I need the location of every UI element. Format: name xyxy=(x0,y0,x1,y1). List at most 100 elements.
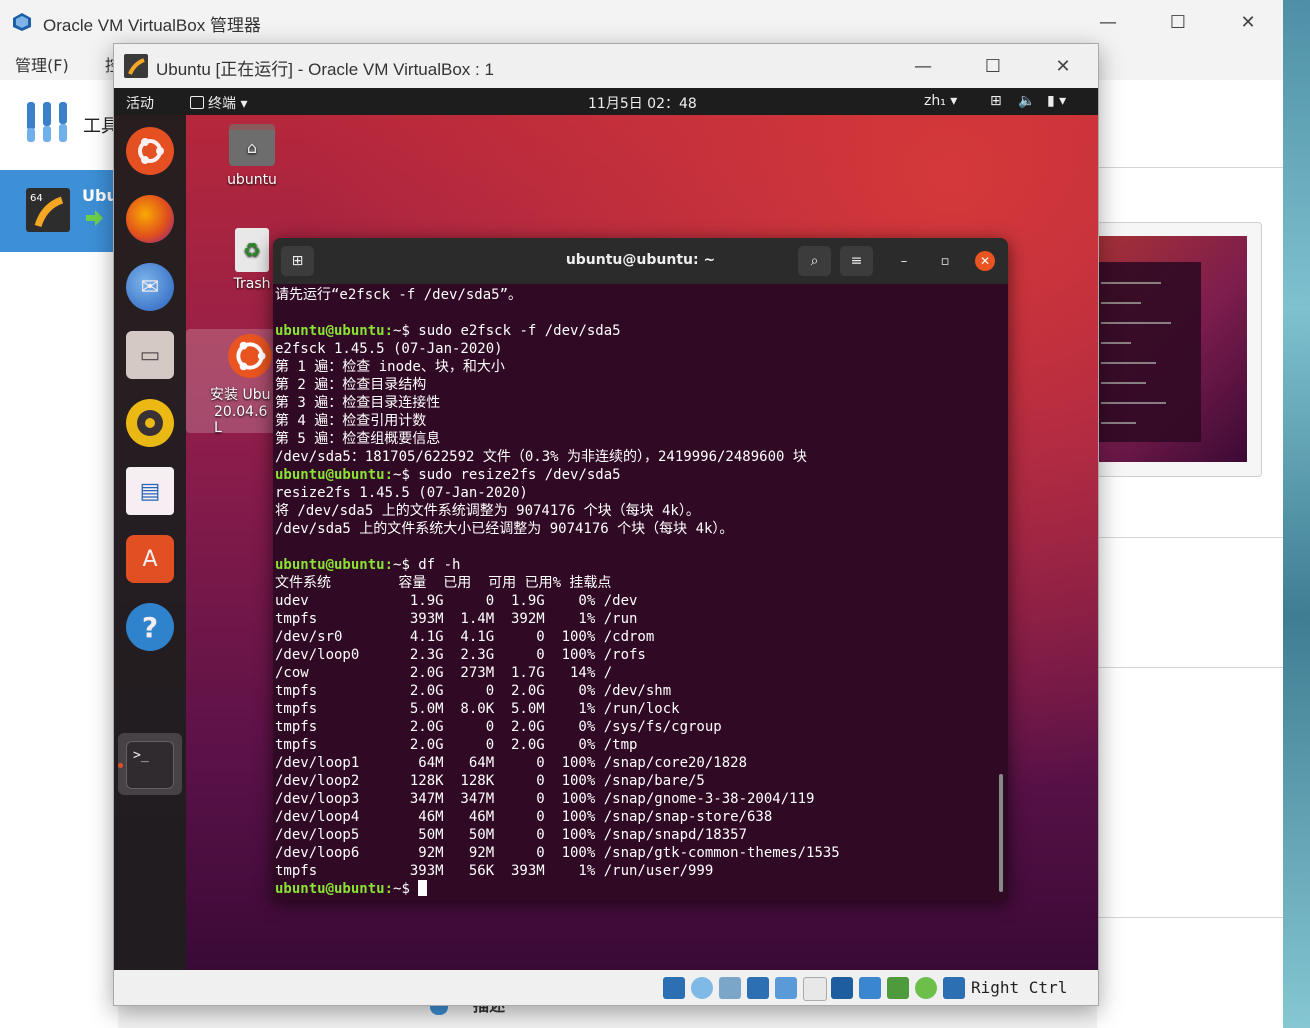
vm-close-button[interactable]: ✕ xyxy=(1028,44,1098,88)
host-key-label[interactable]: Right Ctrl xyxy=(971,978,1067,997)
terminal-output-text: tmpfs 393M 1.4M 392M 1% /run xyxy=(275,611,638,627)
terminal-prompt: ubuntu@ubuntu: xyxy=(275,467,394,483)
usb-status-icon[interactable] xyxy=(775,977,797,999)
terminal-output-text: /dev/sr0 4.1G 4.1G 0 100% /cdrom xyxy=(275,629,655,645)
divider xyxy=(1097,537,1283,538)
help-icon[interactable]: ? xyxy=(126,603,174,651)
hard-disk-status-icon[interactable] xyxy=(663,977,685,999)
libreoffice-writer-icon[interactable]: ▤ xyxy=(126,467,174,515)
terminal-line: 将 /dev/sda5 上的文件系统调整为 9074176 个块（每块 4k）。 xyxy=(275,502,995,520)
terminal-output-text: /dev/loop3 347M 347M 0 100% /snap/gnome-… xyxy=(275,791,815,807)
optical-drive-status-icon[interactable] xyxy=(691,977,713,999)
vm-preview-terminal xyxy=(1097,262,1201,442)
vm-maximize-button[interactable]: ☐ xyxy=(958,44,1028,88)
terminal-output-text: /dev/sda5 上的文件系统大小已经调整为 9074176 个块（每块 4k… xyxy=(275,521,734,537)
network-status-icon[interactable] xyxy=(747,977,769,999)
running-arrow-icon xyxy=(86,210,103,226)
activities-button[interactable]: 活动 xyxy=(126,93,154,113)
terminal-prompt: ubuntu@ubuntu: xyxy=(275,323,394,339)
terminal-output-text: udev 1.9G 0 1.9G 0% /dev xyxy=(275,593,638,609)
terminal-line: tmpfs 393M 1.4M 392M 1% /run xyxy=(275,610,995,628)
terminal-output-text: tmpfs 2.0G 0 2.0G 0% /dev/shm xyxy=(275,683,672,699)
manager-titlebar: Oracle VM VirtualBox 管理器 — ☐ ✕ xyxy=(0,0,1283,44)
home-folder-label: ubuntu xyxy=(227,172,277,188)
terminal-line: /dev/loop1 64M 64M 0 100% /snap/core20/1… xyxy=(275,754,995,772)
terminal-line: tmpfs 2.0G 0 2.0G 0% /sys/fs/cgroup xyxy=(275,718,995,736)
cpu-status-icon[interactable] xyxy=(887,977,909,999)
terminal-command-text: ~$ xyxy=(393,881,419,897)
divider xyxy=(1097,667,1283,668)
terminal-output-text: 请先运行“e2fsck -f /dev/sda5”。 xyxy=(275,287,523,303)
install-ubuntu-label-line2: 20.04.6 L xyxy=(214,404,268,436)
terminal-cursor xyxy=(418,880,428,896)
vm-os-64bit-icon: 64 xyxy=(26,188,70,232)
manager-maximize-button[interactable]: ☐ xyxy=(1143,0,1213,44)
guest-screen[interactable]: 活动 终端 ▾ 11月5日 02：48 zh₁ ▾ ⊞ 🔈 ▮ ▾ ✉ ▭ ▤ … xyxy=(114,88,1098,970)
home-folder-icon: ⌂ xyxy=(229,124,275,166)
terminal-output-text: /dev/loop5 50M 50M 0 100% /snap/snapd/18… xyxy=(275,827,748,843)
terminal-line: 请先运行“e2fsck -f /dev/sda5”。 xyxy=(275,286,995,304)
terminal-line: 第 2 遍：检查目录结构 xyxy=(275,376,995,394)
home-folder-desktop-icon[interactable]: ⌂ ubuntu xyxy=(224,124,280,188)
ubuntu-logo-icon[interactable] xyxy=(126,127,174,175)
terminal-line: 文件系统 容量 已用 可用 已用% 挂载点 xyxy=(275,574,995,592)
trash-icon: ♻ xyxy=(235,228,269,272)
network-icon[interactable]: ⊞ xyxy=(990,93,1002,109)
virtualbox-logo-icon xyxy=(13,13,31,31)
clock[interactable]: 11月5日 02：48 xyxy=(588,93,697,113)
gnome-topbar: 活动 终端 ▾ 11月5日 02：48 zh₁ ▾ ⊞ 🔈 ▮ ▾ xyxy=(114,88,1098,115)
terminal-line: ubuntu@ubuntu:~$ df -h xyxy=(275,556,995,574)
terminal-line: ubuntu@ubuntu:~$ sudo e2fsck -f /dev/sda… xyxy=(275,322,995,340)
terminal-maximize-button[interactable]: ▫ xyxy=(934,250,956,272)
vm-minimize-button[interactable]: — xyxy=(888,44,958,88)
manager-minimize-button[interactable]: — xyxy=(1073,0,1143,44)
search-icon[interactable]: ⌕ xyxy=(798,246,831,276)
svg-text:64: 64 xyxy=(30,193,43,204)
recording-status-icon[interactable] xyxy=(859,977,881,999)
vm-window: Ubuntu [正在运行] - Oracle VM VirtualBox : 1… xyxy=(113,43,1099,1006)
menu-manage[interactable]: 管理(F) xyxy=(15,52,69,76)
trash-desktop-icon[interactable]: ♻ Trash xyxy=(224,228,280,292)
terminal-line: /dev/loop3 347M 347M 0 100% /snap/gnome-… xyxy=(275,790,995,808)
terminal-line: /cow 2.0G 273M 1.7G 14% / xyxy=(275,664,995,682)
audio-status-icon[interactable] xyxy=(719,977,741,999)
volume-icon[interactable]: 🔈 xyxy=(1018,93,1035,109)
terminal-line: tmpfs 5.0M 8.0K 5.0M 1% /run/lock xyxy=(275,700,995,718)
terminal-app-icon xyxy=(190,96,204,109)
terminal-output-text: 第 2 遍：检查目录结构 xyxy=(275,377,427,393)
vm-list-item-ubuntu[interactable]: 64 xyxy=(0,170,118,252)
files-icon[interactable]: ▭ xyxy=(126,331,174,379)
terminal-line: udev 1.9G 0 1.9G 0% /dev xyxy=(275,592,995,610)
firefox-icon[interactable] xyxy=(126,195,174,243)
terminal-scrollbar[interactable] xyxy=(999,774,1003,892)
battery-icon[interactable]: ▮ ▾ xyxy=(1047,93,1066,109)
install-ubuntu-label-line1: 安装 Ubu xyxy=(210,387,271,403)
terminal-output-text: tmpfs 393M 56K 393M 1% /run/user/999 xyxy=(275,863,714,879)
terminal-dock-icon[interactable]: >_ xyxy=(126,741,174,789)
ubuntu-software-icon[interactable]: A xyxy=(126,535,174,583)
terminal-output-text: 第 5 遍：检查组概要信息 xyxy=(275,431,441,447)
terminal-app-menu[interactable]: 终端 ▾ xyxy=(190,93,247,113)
terminal-output-text: tmpfs 5.0M 8.0K 5.0M 1% /run/lock xyxy=(275,701,680,717)
terminal-command-text: ~$ sudo resize2fs /dev/sda5 xyxy=(393,467,621,483)
hamburger-menu-icon[interactable]: ≡ xyxy=(840,246,873,276)
terminal-prompt: ubuntu@ubuntu: xyxy=(275,557,394,573)
terminal-close-button[interactable]: ✕ xyxy=(975,251,995,271)
mouse-integration-status-icon[interactable] xyxy=(915,977,937,999)
terminal-window[interactable]: ⊞ ubuntu@ubuntu: ~ ⌕ ≡ – ▫ ✕ 请先运行“e2fsck… xyxy=(273,238,1008,900)
terminal-line: tmpfs 2.0G 0 2.0G 0% /tmp xyxy=(275,736,995,754)
install-ubuntu-desktop-icon[interactable]: 安装 Ubu 20.04.6 L xyxy=(200,334,276,436)
terminal-output-text: /dev/loop1 64M 64M 0 100% /snap/core20/1… xyxy=(275,755,748,771)
manager-close-button[interactable]: ✕ xyxy=(1213,0,1283,44)
terminal-minimize-button[interactable]: – xyxy=(893,250,915,272)
thunderbird-icon[interactable]: ✉ xyxy=(126,263,174,311)
display-status-icon[interactable] xyxy=(831,977,853,999)
terminal-headerbar: ⊞ ubuntu@ubuntu: ~ ⌕ ≡ – ▫ ✕ xyxy=(273,238,1008,284)
shared-folders-status-icon[interactable] xyxy=(803,977,827,1001)
input-method-indicator[interactable]: zh₁ ▾ xyxy=(924,93,957,109)
terminal-output[interactable]: 请先运行“e2fsck -f /dev/sda5”。 ubuntu@ubuntu:… xyxy=(275,286,995,897)
keyboard-capture-status-icon[interactable] xyxy=(943,977,965,999)
terminal-output-text: /dev/loop0 2.3G 2.3G 0 100% /rofs xyxy=(275,647,646,663)
rhythmbox-icon[interactable] xyxy=(126,399,174,447)
